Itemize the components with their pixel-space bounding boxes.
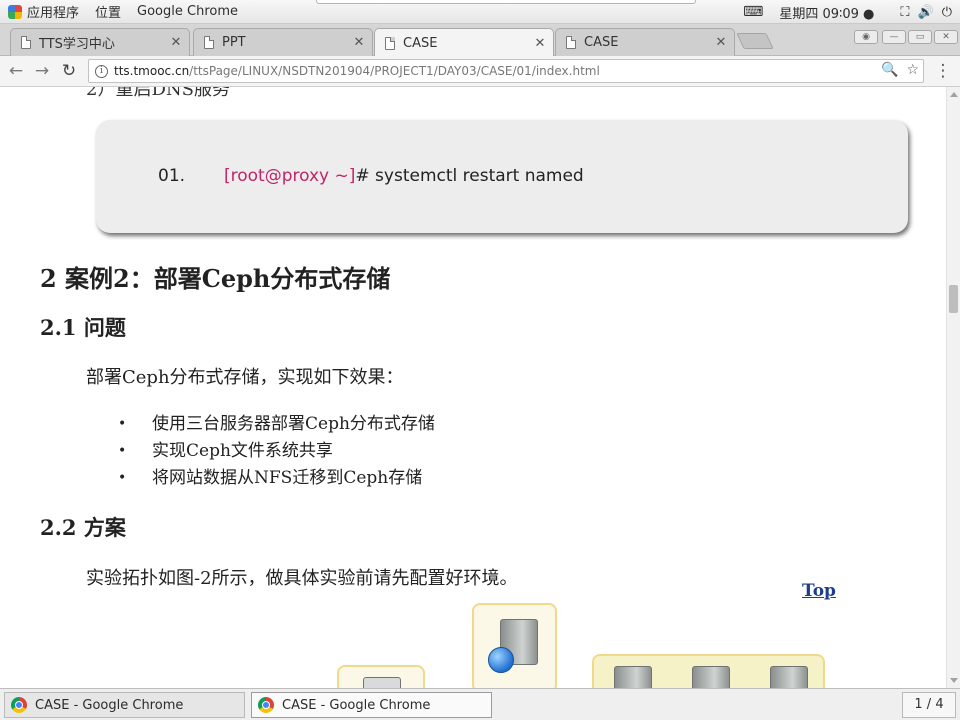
scroll-down-icon[interactable] [950, 678, 958, 683]
tab-case[interactable]: CASE ✕ [555, 28, 735, 56]
list-item: • 实现Ceph文件系统共享 [118, 441, 333, 461]
plan-heading: 2.2 方案 [40, 515, 126, 540]
address-bar[interactable]: i tts.tmooc.cn /ttsPage/LINUX/NSDTN20190… [88, 59, 924, 83]
tab-title: TTS学习中心 [39, 37, 115, 52]
tab-title: CASE [403, 35, 438, 51]
problem-text: 部署Ceph分布式存储，实现如下效果： [86, 367, 404, 388]
server-icon [614, 666, 652, 688]
close-icon[interactable]: ✕ [531, 36, 549, 51]
client-computer-icon [363, 677, 401, 688]
page-icon [566, 36, 576, 49]
close-window-button[interactable]: ✕ [934, 30, 958, 44]
places-label: 位置 [95, 6, 122, 21]
clock[interactable]: 星期四 09∶09 ● [771, 0, 882, 24]
zoom-icon[interactable]: 🔍 [881, 62, 898, 78]
taskbar-item-label: CASE - Google Chrome [282, 697, 431, 713]
top-link[interactable]: Top [802, 581, 836, 601]
plan-text: 实验拓扑如图-2所示，做具体实验前请先配置好环境。 [86, 568, 518, 589]
maximize-button[interactable]: ▭ [908, 30, 932, 44]
page-icon [21, 36, 31, 49]
tab-strip: TTS学习中心 ✕ PPT ✕ CASE ✕ CASE ✕ ◉ — ▭ ✕ [0, 24, 960, 57]
list-item: • 将网站数据从NFS迁移到Ceph存储 [118, 468, 423, 488]
list-item: • 使用三台服务器部署Ceph分布式存储 [118, 414, 435, 434]
keyboard-icon[interactable]: ⌨ [735, 0, 771, 24]
workspace-pager[interactable]: 1 / 4 [902, 692, 956, 718]
places-menu[interactable]: 位置 [87, 0, 129, 24]
close-icon[interactable]: ✕ [350, 35, 368, 50]
taskbar-item-active[interactable]: CASE - Google Chrome [251, 692, 492, 718]
step-heading: 2）重启DNS服务 [86, 87, 230, 100]
taskbar-item[interactable]: CASE - Google Chrome [4, 692, 245, 718]
tab-title: CASE [584, 35, 619, 50]
browser-toolbar: ← → ↻ i tts.tmooc.cn /ttsPage/LINUX/NSDT… [0, 56, 960, 87]
forward-icon[interactable]: → [31, 60, 53, 82]
tab-tts[interactable]: TTS学习中心 ✕ [10, 28, 190, 56]
dropdown-remnant [316, 0, 696, 4]
taskbar: CASE - Google Chrome CASE - Google Chrom… [0, 688, 960, 720]
server-icon [692, 666, 730, 688]
server-icon [770, 666, 808, 688]
problem-heading: 2.1 问题 [40, 315, 126, 340]
top-panel: 应用程序 位置 Google Chrome ⌨ 星期四 09∶09 ● ⛶ 🔊 … [0, 0, 960, 24]
client-node [337, 665, 425, 688]
code-line: 01. [root@proxy ~]# systemctl restart nam… [158, 166, 584, 186]
close-icon[interactable]: ✕ [167, 35, 185, 50]
shell-prompt: [root@proxy ~] [224, 166, 356, 186]
web-server-node [472, 603, 557, 688]
vertical-scrollbar[interactable] [946, 87, 960, 688]
tab-case-active[interactable]: CASE ✕ [374, 28, 554, 57]
menu-icon[interactable]: ⋮ [932, 60, 954, 82]
chrome-icon [11, 697, 27, 713]
taskbar-item-label: CASE - Google Chrome [35, 697, 184, 713]
profile-icon[interactable]: ◉ [854, 30, 878, 44]
page-icon [385, 36, 395, 50]
reload-icon[interactable]: ↻ [58, 60, 80, 82]
new-tab-button[interactable] [736, 33, 774, 49]
chrome-icon [258, 697, 274, 713]
requirements-list: • 使用三台服务器部署Ceph分布式存储 • 实现Ceph文件系统共享 • 将网站数据… [118, 413, 435, 494]
scroll-thumb[interactable] [949, 285, 958, 313]
back-icon[interactable]: ← [5, 60, 27, 82]
url-path: /ttsPage/LINUX/NSDTN201904/PROJECT1/DAY0… [189, 64, 600, 78]
tab-ppt[interactable]: PPT ✕ [193, 28, 373, 56]
code-block: 01. [root@proxy ~]# systemctl restart nam… [96, 120, 908, 233]
close-icon[interactable]: ✕ [712, 35, 730, 50]
applications-label: 应用程序 [27, 6, 80, 21]
page-icon [204, 36, 214, 49]
minimize-button[interactable]: — [882, 30, 906, 44]
network-icon[interactable]: ⛶ [896, 0, 913, 24]
line-number: 01. [158, 166, 186, 186]
power-icon[interactable]: ⏻ [938, 0, 960, 24]
info-icon[interactable]: i [95, 64, 108, 78]
volume-icon[interactable]: 🔊 [914, 0, 938, 24]
scroll-up-icon[interactable] [950, 92, 958, 97]
section-title: 2 案例2：部署Ceph分布式存储 [40, 264, 391, 293]
bookmark-star-icon[interactable]: ☆ [906, 62, 919, 78]
active-app-label: Google Chrome [137, 4, 238, 19]
tab-title: PPT [222, 35, 246, 50]
applications-icon [8, 4, 22, 19]
shell-command: # systemctl restart named [355, 166, 584, 186]
ceph-cluster-node [592, 654, 825, 688]
page-viewport: 2）重启DNS服务 01. [root@proxy ~]# systemctl r… [0, 87, 946, 688]
applications-menu[interactable]: 应用程序 [0, 0, 87, 24]
url-host: tts.tmooc.cn [114, 64, 190, 78]
active-app-menu[interactable]: Google Chrome [129, 0, 246, 24]
globe-icon [488, 647, 514, 673]
